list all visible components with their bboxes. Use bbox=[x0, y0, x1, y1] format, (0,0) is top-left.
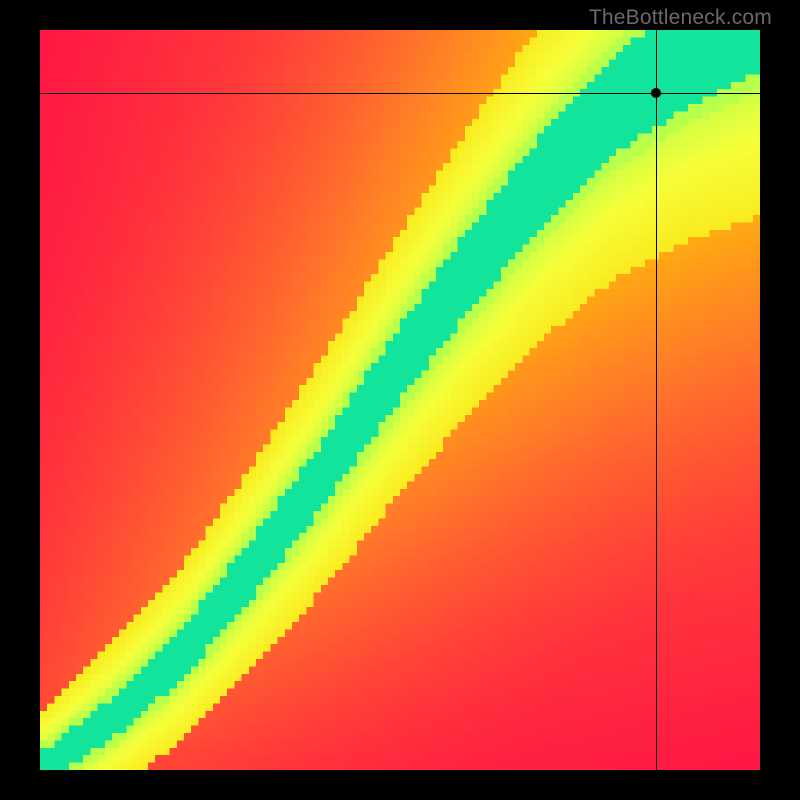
chart-frame: TheBottleneck.com bbox=[0, 0, 800, 800]
marker-point bbox=[651, 88, 661, 98]
crosshair-vertical-line bbox=[656, 30, 657, 770]
watermark-text: TheBottleneck.com bbox=[589, 6, 772, 30]
heatmap-canvas bbox=[40, 30, 760, 770]
